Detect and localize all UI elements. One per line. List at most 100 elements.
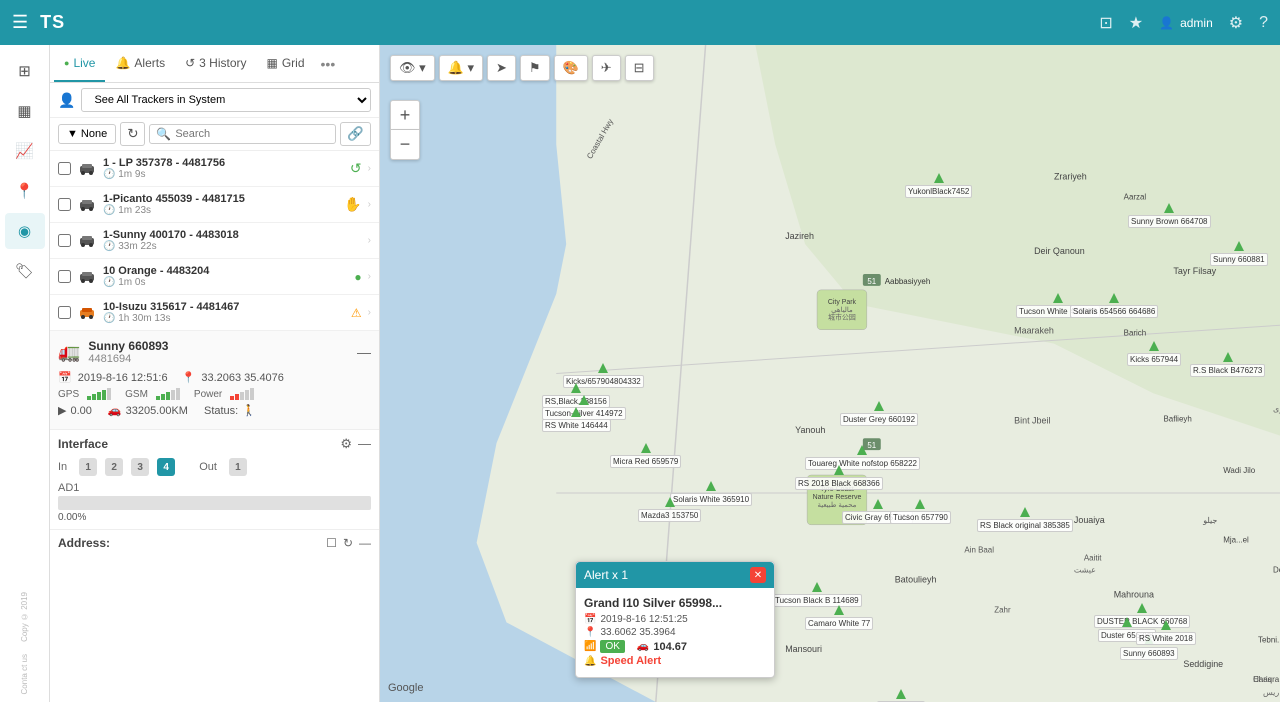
- map-marker[interactable]: Camaro White 77: [805, 605, 873, 630]
- star-icon[interactable]: ★: [1129, 13, 1143, 33]
- tracker-checkbox[interactable]: [58, 162, 71, 175]
- power-label: Power: [194, 389, 222, 400]
- zoom-in-button[interactable]: +: [390, 100, 420, 130]
- filter-label: None: [81, 128, 107, 140]
- refresh-button[interactable]: ↻: [120, 122, 145, 146]
- map-marker[interactable]: RS Black original 385385: [977, 507, 1073, 532]
- alert-datetime: 2019-8-16 12:51:25: [600, 614, 687, 625]
- tracker-expand-arrow[interactable]: ›: [368, 199, 371, 210]
- map-marker[interactable]: Sunny Brown 664708: [1128, 203, 1211, 228]
- tracker-expand-arrow[interactable]: ›: [368, 271, 371, 282]
- filter-button[interactable]: ▼ None: [58, 124, 116, 144]
- marker-label: RS Black original 385385: [977, 519, 1073, 532]
- flag-tool-button[interactable]: ⚑: [520, 55, 550, 81]
- tracker-item[interactable]: 1-Picanto 455039 - 4481715 🕐 1m 23s ✋ ›: [50, 187, 379, 223]
- eye-tool-button[interactable]: 👁 ▾: [390, 55, 435, 81]
- map-marker[interactable]: Tucson Black B 114689: [772, 582, 862, 607]
- tracker-checkbox[interactable]: [58, 234, 71, 247]
- map-marker[interactable]: Sunny 660881: [1210, 241, 1268, 266]
- tracker-detail-actions: —: [357, 344, 371, 360]
- tracker-item[interactable]: 10-Isuzu 315617 - 4481467 🕐 1h 30m 13s ⚠…: [50, 295, 379, 331]
- location-tool-button[interactable]: ✈: [592, 55, 621, 81]
- tracker-time: 🕐 1h 30m 13s: [103, 313, 345, 324]
- in-btn-1[interactable]: 1: [79, 458, 97, 476]
- address-refresh-icon[interactable]: ↻: [343, 536, 353, 550]
- tracker-select[interactable]: See All Trackers in System My Trackers: [81, 88, 371, 112]
- tracker-expand-arrow[interactable]: ›: [368, 235, 371, 246]
- sidebar-item-chart[interactable]: 📈: [5, 133, 45, 169]
- sidebar-item-tag[interactable]: 🏷: [5, 253, 45, 289]
- tab-grid[interactable]: ▦ Grid: [257, 45, 315, 82]
- in-btn-4[interactable]: 4: [157, 458, 175, 476]
- in-btn-2[interactable]: 2: [105, 458, 123, 476]
- contact-us[interactable]: Conta ct us: [20, 654, 29, 694]
- tracker-checkbox[interactable]: [58, 270, 71, 283]
- tab-bar: ● Live 🔔 Alerts ↺ 3 History ▦ Grid •••: [50, 45, 379, 83]
- map-marker[interactable]: Solaris 654566 664686: [1070, 293, 1158, 318]
- tracker-expand-arrow[interactable]: ›: [368, 307, 371, 318]
- link-button[interactable]: 🔗: [340, 122, 371, 146]
- monitor-icon[interactable]: ⊡: [1099, 13, 1112, 33]
- map-marker[interactable]: Micra Red 659579: [610, 443, 681, 468]
- tab-alerts[interactable]: 🔔 Alerts: [105, 45, 175, 82]
- tracker-time: 🕐 1m 0s: [103, 277, 348, 288]
- km-icon: 🚗: [108, 404, 122, 417]
- map-marker[interactable]: Tucson 657790: [890, 499, 951, 524]
- sidebar-item-location[interactable]: 📍: [5, 173, 45, 209]
- tracker-checkbox[interactable]: [58, 306, 71, 319]
- tracker-item[interactable]: 1 - LP 357378 - 4481756 🕐 1m 9s ↺ ›: [50, 151, 379, 187]
- search-input[interactable]: [175, 128, 329, 140]
- map-marker[interactable]: YukonlBlack7452: [905, 173, 972, 198]
- map-marker[interactable]: Mazda3 153750: [638, 497, 701, 522]
- map-area[interactable]: Jazireh Aabbasiyyeh Deir Qanoun Tayr Fil…: [380, 45, 1280, 702]
- marker-label: Mazda3 153750: [638, 509, 701, 522]
- bell-tool-button[interactable]: 🔔 ▾: [439, 55, 483, 81]
- tracker-detail-id: Sunny 660893: [88, 339, 168, 353]
- map-marker[interactable]: RS White 146444: [542, 407, 611, 432]
- tracker-name: 10 Orange - 4483204: [103, 265, 348, 277]
- palette-tool-button[interactable]: 🎨: [554, 55, 588, 81]
- map-marker[interactable]: Kicks 657944: [1127, 341, 1181, 366]
- in-btn-3[interactable]: 3: [131, 458, 149, 476]
- tracker-checkbox[interactable]: [58, 198, 71, 211]
- tab-live[interactable]: ● Live: [54, 45, 105, 82]
- gsm-label: GSM: [125, 389, 148, 400]
- address-checkbox-icon[interactable]: ☐: [326, 536, 337, 550]
- tracker-item[interactable]: 1-Sunny 400170 - 4483018 🕐 33m 22s ›: [50, 223, 379, 259]
- arrow-tool-button[interactable]: ➤: [487, 55, 516, 81]
- zoom-out-button[interactable]: −: [390, 130, 420, 160]
- alert-close-button[interactable]: ✕: [750, 567, 766, 583]
- layers-tool-button[interactable]: ⊟: [625, 55, 654, 81]
- tracker-info: 10-Isuzu 315617 - 4481467 🕐 1h 30m 13s: [103, 301, 345, 324]
- interface-settings-icon[interactable]: ⚙: [340, 436, 352, 452]
- address-minus-icon[interactable]: —: [359, 536, 371, 550]
- help-icon[interactable]: ?: [1259, 14, 1268, 32]
- settings-icon[interactable]: ⚙: [1229, 13, 1243, 33]
- tab-more-icon[interactable]: •••: [315, 50, 342, 78]
- detail-minus-btn[interactable]: —: [357, 344, 371, 360]
- map-marker[interactable]: R.S Black B476273: [1190, 352, 1265, 377]
- sidebar-item-grid[interactable]: ▦: [5, 93, 45, 129]
- alert-coords: 33.6062 35.3964: [600, 627, 675, 638]
- out-btn-1[interactable]: 1: [229, 458, 247, 476]
- tracker-datetime: 2019-8-16 12:51:6: [78, 372, 168, 384]
- alert-signal-icon: 📶: [584, 641, 596, 652]
- user-menu[interactable]: 👤 admin: [1159, 16, 1213, 30]
- sidebar-item-dashboard[interactable]: ⊞: [5, 53, 45, 89]
- map-marker[interactable]: Duster Grey 660192: [840, 401, 918, 426]
- interface-minus-icon[interactable]: —: [358, 436, 371, 452]
- alert-coords-row: 📍 33.6062 35.3964: [584, 627, 766, 638]
- map-marker[interactable]: R.S 315154: [877, 689, 925, 702]
- map-marker[interactable]: RS 2018 Black 668366: [795, 465, 883, 490]
- sidebar-item-circle[interactable]: ◉: [5, 213, 45, 249]
- tracker-select-row: 👤 See All Trackers in System My Trackers: [50, 83, 379, 118]
- tracker-detail-header: 🚛 Sunny 660893 4481694 —: [58, 339, 371, 365]
- map-marker[interactable]: RS White 2018: [1136, 620, 1196, 645]
- history-clock-icon: ↺: [185, 56, 195, 70]
- hamburger-icon[interactable]: ☰: [12, 12, 28, 33]
- tracker-item[interactable]: 10 Orange - 4483204 🕐 1m 0s ● ›: [50, 259, 379, 295]
- tab-history[interactable]: ↺ 3 History: [175, 45, 256, 82]
- tracker-expand-arrow[interactable]: ›: [368, 163, 371, 174]
- power-signal: [230, 388, 254, 400]
- tracker-vehicle-icon: [77, 303, 97, 323]
